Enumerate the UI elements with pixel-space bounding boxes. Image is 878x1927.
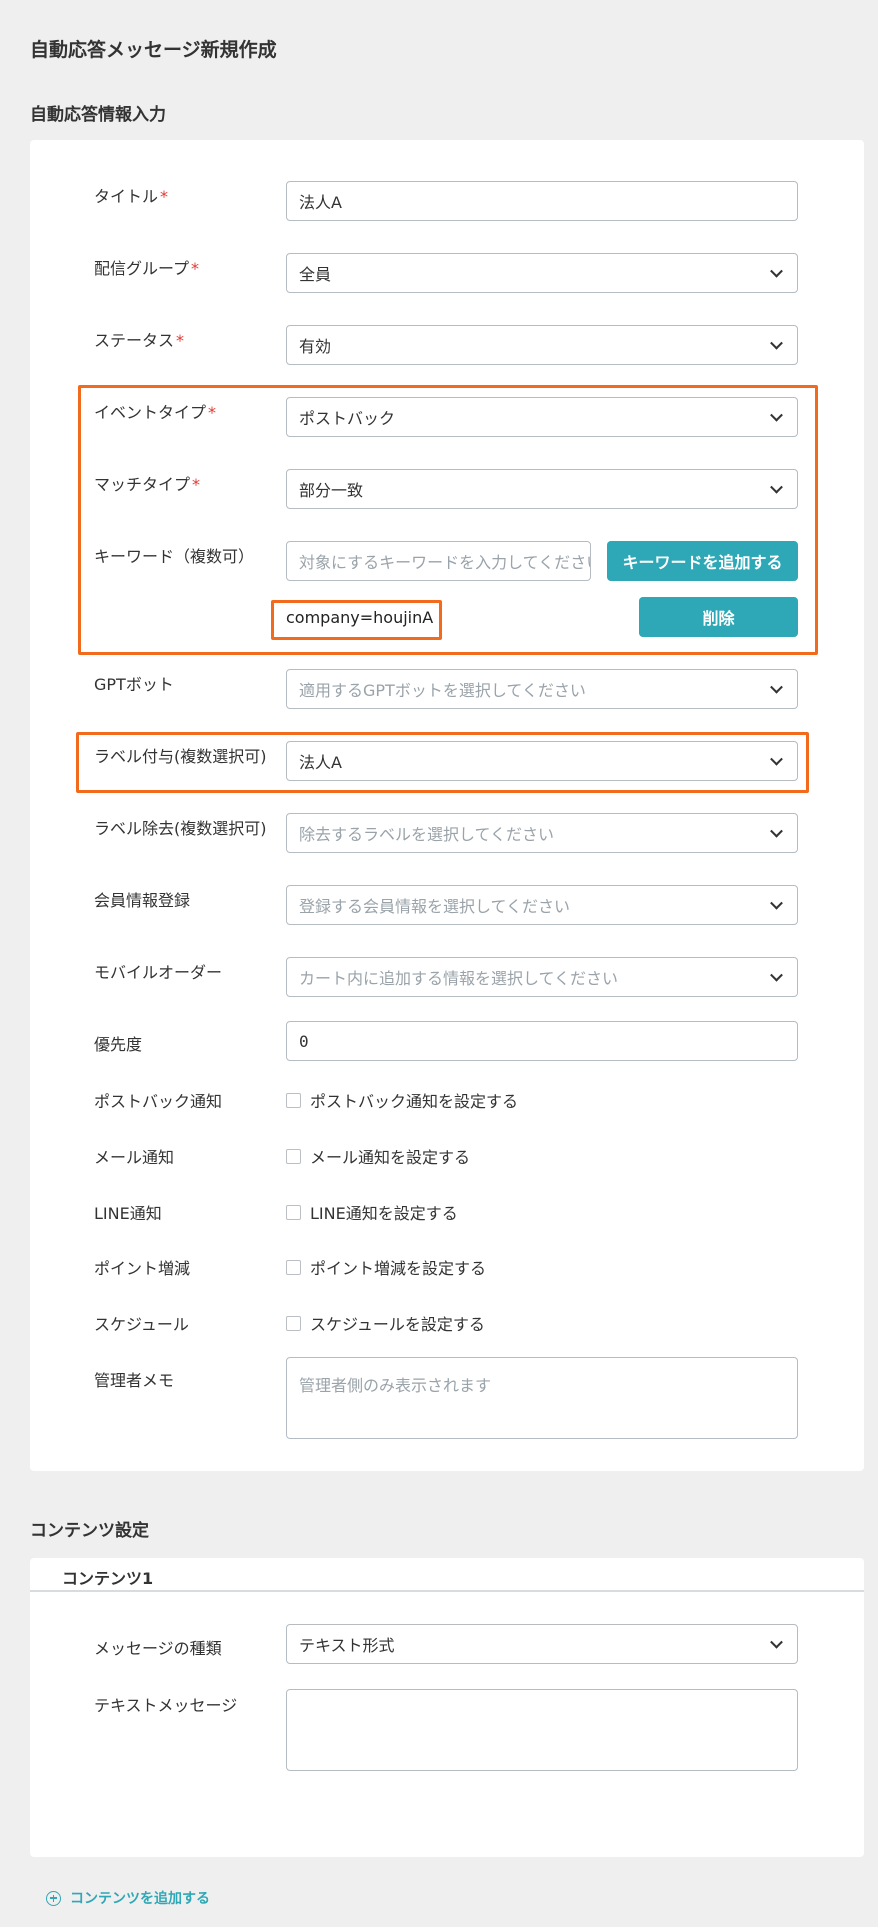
status-select[interactable]: 有効 [286, 325, 798, 365]
title-label: タイトル * [94, 187, 169, 206]
chevron-down-icon [770, 480, 783, 494]
point-label: ポイント増減 [94, 1259, 191, 1278]
keyword-input[interactable]: 対象にするキーワードを入力してください [286, 541, 591, 581]
schedule-checkbox[interactable] [286, 1315, 301, 1331]
chevron-down-icon [770, 896, 783, 910]
keyword-label: キーワード（複数可） [94, 547, 255, 566]
priority-label: 優先度 [94, 1035, 143, 1054]
line-notify-checkbox[interactable] [286, 1204, 301, 1220]
label-add-label: ラベル付与(複数選択可) [94, 747, 267, 766]
text-message-textarea[interactable] [286, 1689, 798, 1771]
postback-notify-checkbox[interactable] [286, 1092, 301, 1108]
tab-content-1[interactable]: コンテンツ1 [62, 1565, 153, 1589]
title-input[interactable]: 法人A [286, 181, 798, 221]
keyword-tag: company=houjinA [286, 608, 434, 627]
match-type-label: マッチタイプ * [94, 475, 201, 494]
group-select[interactable]: 全員 [286, 253, 798, 293]
plus-circle-icon [46, 1890, 61, 1906]
chevron-down-icon [770, 824, 783, 838]
gpt-bot-select[interactable]: 適用するGPTボットを選択してください [286, 669, 798, 709]
mail-notify-label: メール通知 [94, 1148, 175, 1167]
memo-label: 管理者メモ [94, 1371, 175, 1390]
memo-textarea[interactable]: 管理者側のみ表示されます [286, 1357, 798, 1439]
member-info-label: 会員情報登録 [94, 891, 191, 910]
point-checkbox[interactable] [286, 1259, 301, 1275]
mobile-order-select[interactable]: カート内に追加する情報を選択してください [286, 957, 798, 997]
priority-input[interactable]: 0 [286, 1021, 798, 1061]
chevron-down-icon [770, 336, 783, 350]
label-remove-select[interactable]: 除去するラベルを選択してください [286, 813, 798, 853]
label-remove-label: ラベル除去(複数選択可) [94, 819, 267, 838]
match-type-select[interactable]: 部分一致 [286, 469, 798, 509]
info-section-heading: 自動応答情報入力 [30, 105, 166, 125]
chevron-down-icon [770, 1635, 783, 1649]
content-section-heading: コンテンツ設定 [30, 1521, 149, 1541]
chevron-down-icon [770, 968, 783, 982]
postback-notify-option[interactable]: ポストバック通知を設定する [286, 1088, 518, 1112]
delete-keyword-button[interactable]: 削除 [639, 597, 798, 637]
gpt-bot-label: GPTボット [94, 675, 174, 694]
chevron-down-icon [770, 680, 783, 694]
label-add-select[interactable]: 法人A [286, 741, 798, 781]
chevron-down-icon [770, 264, 783, 278]
postback-notify-label: ポストバック通知 [94, 1092, 223, 1111]
mail-notify-checkbox[interactable] [286, 1148, 301, 1164]
text-message-label: テキストメッセージ [94, 1696, 238, 1715]
line-notify-option[interactable]: LINE通知を設定する [286, 1200, 458, 1224]
group-label: 配信グループ * [94, 259, 200, 278]
member-info-select[interactable]: 登録する会員情報を選択してください [286, 885, 798, 925]
point-option[interactable]: ポイント増減を設定する [286, 1255, 486, 1279]
add-content-link[interactable]: コンテンツを追加する [46, 1888, 210, 1908]
schedule-option[interactable]: スケジュールを設定する [286, 1311, 485, 1335]
status-label: ステータス * [94, 331, 185, 350]
message-type-select[interactable]: テキスト形式 [286, 1624, 798, 1664]
mail-notify-option[interactable]: メール通知を設定する [286, 1144, 470, 1168]
schedule-label: スケジュール [94, 1315, 189, 1334]
message-type-label: メッセージの種類 [94, 1639, 222, 1658]
line-notify-label: LINE通知 [94, 1204, 162, 1223]
event-type-select[interactable]: ポストバック [286, 397, 798, 437]
add-keyword-button[interactable]: キーワードを追加する [607, 541, 798, 581]
chevron-down-icon [770, 752, 783, 766]
event-type-label: イベントタイプ * [94, 403, 217, 422]
mobile-order-label: モバイルオーダー [94, 963, 223, 982]
chevron-down-icon [770, 408, 783, 422]
content-tab-divider [30, 1590, 864, 1592]
page-title: 自動応答メッセージ新規作成 [30, 39, 277, 61]
